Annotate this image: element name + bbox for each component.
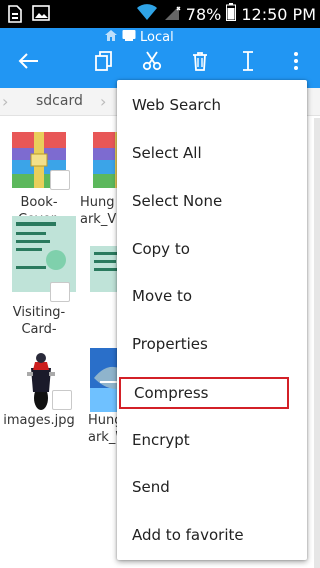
chevron-right-icon: › bbox=[100, 92, 107, 111]
gallery-icon bbox=[32, 5, 50, 27]
more-options-button[interactable] bbox=[280, 46, 312, 80]
shark-image bbox=[90, 348, 120, 412]
menu-item-properties[interactable]: Properties bbox=[117, 320, 307, 367]
menu-item-compress[interactable]: Compress bbox=[119, 377, 289, 409]
chevron-right-icon: › bbox=[2, 92, 9, 111]
file-item[interactable]: Visiting- Card- bbox=[3, 216, 76, 337]
winrar-archive-icon bbox=[93, 132, 120, 190]
rename-button[interactable] bbox=[232, 46, 264, 80]
local-storage-icon bbox=[122, 29, 136, 45]
card-thumbnail-image bbox=[90, 246, 120, 292]
copy-icon bbox=[95, 51, 113, 75]
location-label: Local bbox=[140, 29, 174, 45]
menu-item-copy-to[interactable]: Copy to bbox=[117, 225, 307, 272]
file-name: Hungark_W bbox=[88, 413, 120, 445]
rename-icon bbox=[242, 51, 254, 75]
location-indicator[interactable]: Local bbox=[104, 28, 174, 46]
select-checkbox[interactable] bbox=[50, 282, 70, 302]
file-item[interactable]: images.jpg bbox=[3, 348, 75, 458]
overflow-menu: Web Search Select All Select None Copy t… bbox=[117, 80, 307, 560]
file-item[interactable]: Hungark_W bbox=[80, 348, 120, 458]
select-checkbox[interactable] bbox=[50, 170, 70, 190]
notification-file-icon bbox=[8, 5, 22, 27]
home-icon bbox=[104, 29, 118, 46]
back-arrow-icon bbox=[17, 52, 39, 74]
cut-icon bbox=[142, 51, 162, 75]
menu-item-encrypt[interactable]: Encrypt bbox=[117, 416, 307, 463]
delete-button[interactable] bbox=[184, 46, 216, 80]
more-options-icon bbox=[293, 51, 299, 75]
clock: 12:50 PM bbox=[241, 4, 316, 24]
no-signal-icon bbox=[163, 3, 181, 25]
delete-icon bbox=[192, 51, 208, 75]
select-checkbox[interactable] bbox=[52, 390, 72, 410]
menu-item-select-none[interactable]: Select None bbox=[117, 177, 307, 224]
cut-button[interactable] bbox=[136, 46, 168, 80]
battery-percent: 78% bbox=[185, 4, 222, 24]
copy-button[interactable] bbox=[88, 46, 120, 80]
battery-icon bbox=[226, 3, 237, 25]
status-bar: 78% 12:50 PM bbox=[0, 0, 320, 28]
menu-item-move-to[interactable]: Move to bbox=[117, 272, 307, 319]
file-item[interactable]: BoCo bbox=[80, 216, 120, 334]
back-button[interactable] bbox=[12, 46, 44, 80]
scrollbar[interactable] bbox=[314, 118, 320, 568]
menu-item-send[interactable]: Send bbox=[117, 463, 307, 510]
breadcrumb-sdcard[interactable]: sdcard bbox=[36, 93, 83, 109]
menu-item-select-all[interactable]: Select All bbox=[117, 129, 307, 176]
menu-item-add-to-favorite[interactable]: Add to favorite bbox=[117, 511, 307, 558]
file-name: Visiting- Card- bbox=[12, 305, 66, 337]
file-name: images.jpg bbox=[3, 413, 75, 428]
wifi-icon bbox=[136, 3, 158, 25]
card-thumbnail-image bbox=[12, 216, 76, 292]
menu-item-web-search[interactable]: Web Search bbox=[117, 81, 307, 128]
toolbar: Local bbox=[0, 28, 320, 88]
